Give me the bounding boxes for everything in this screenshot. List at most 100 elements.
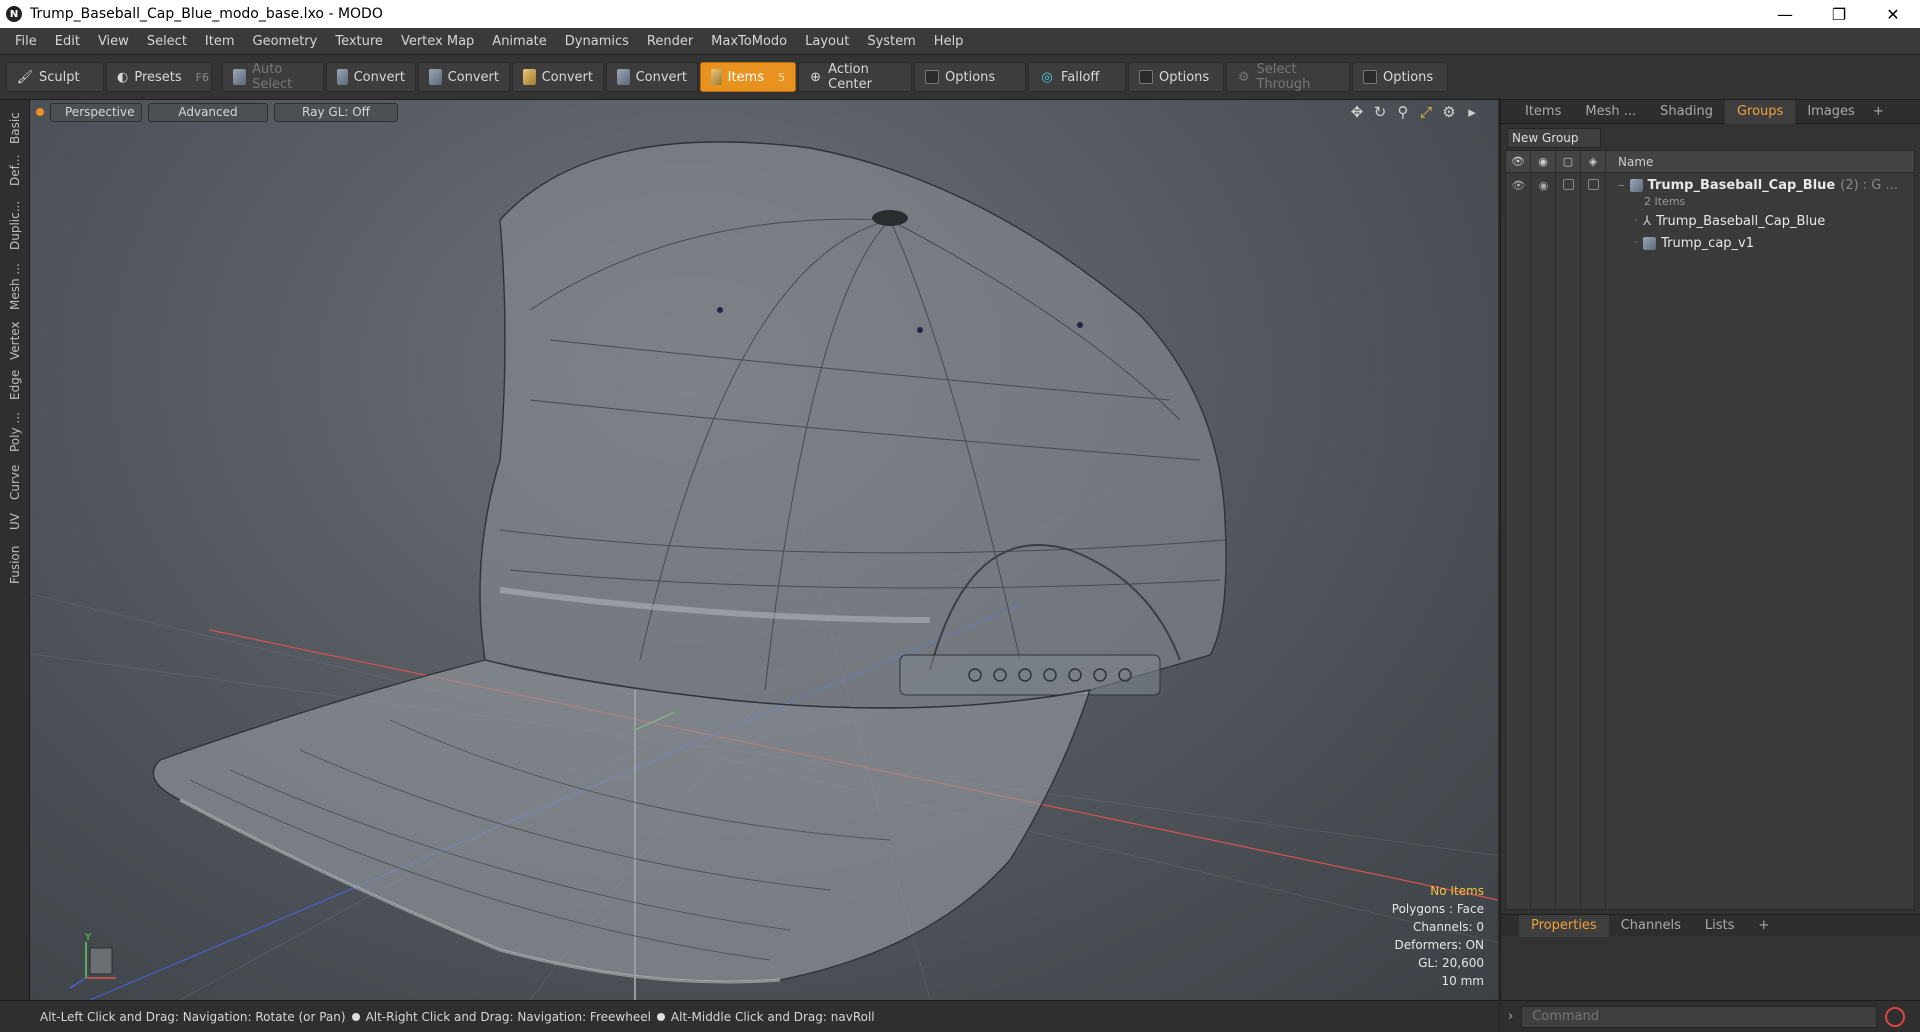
select-icon[interactable]: ◈ (1581, 150, 1606, 173)
select-checkbox[interactable] (1588, 178, 1599, 190)
tab-deform[interactable]: Def... (0, 146, 30, 186)
sculpt-label: Sculpt (39, 69, 80, 85)
add-tab-icon[interactable]: + (1867, 104, 1890, 119)
items-mode-button[interactable]: Items 5 (700, 62, 796, 92)
menu-edit[interactable]: Edit (46, 28, 89, 55)
menu-texture[interactable]: Texture (326, 28, 392, 55)
menu-geometry[interactable]: Geometry (244, 28, 327, 55)
cap-mesh[interactable] (152, 141, 1227, 984)
menu-animate[interactable]: Animate (483, 28, 555, 55)
convert-item-icon (617, 69, 630, 85)
convert-edge-button[interactable]: Convert (418, 62, 510, 92)
render-icon[interactable]: ◉ (1531, 150, 1556, 173)
close-button[interactable]: ✕ (1866, 0, 1920, 28)
group-item-count: 2 Items (1644, 194, 1686, 208)
new-group-button[interactable]: New Group (1507, 128, 1601, 148)
scene-canvas[interactable]: Y (30, 100, 1498, 1000)
items-shortcut: 5 (778, 70, 785, 84)
status-separator-dot (351, 1012, 360, 1021)
select-through-icon: ⚙ (1237, 69, 1250, 85)
raygl-toggle[interactable]: Ray GL: Off (274, 102, 398, 122)
select-through-options-button[interactable]: Options (1352, 62, 1448, 92)
tab-channels[interactable]: Channels (1609, 915, 1693, 937)
zoom-icon[interactable]: ⚲ (1395, 103, 1411, 121)
tab-curve[interactable]: Curve (0, 458, 30, 500)
view-mode-dropdown[interactable]: Perspective (50, 102, 142, 122)
tab-items[interactable]: Items (1501, 100, 1573, 124)
tab-duplicate[interactable]: Duplic... (0, 190, 30, 250)
status-hint-rotate: Alt-Left Click and Drag: Navigation: Rot… (40, 1009, 346, 1024)
convert-vertex-button[interactable]: Convert (326, 62, 416, 92)
visibility-eye-icon[interactable]: 👁 (1506, 150, 1531, 173)
pan-icon[interactable]: ✥ (1349, 103, 1365, 121)
minimize-button[interactable]: — (1758, 0, 1812, 28)
menu-file[interactable]: File (6, 28, 46, 55)
convert-item-button[interactable]: Convert (606, 62, 698, 92)
convert-polygon-button[interactable]: Convert (512, 62, 604, 92)
collapse-icon[interactable]: – (1618, 178, 1625, 193)
tab-groups[interactable]: Groups (1724, 99, 1796, 124)
auto-select-label: Auto Select (252, 62, 293, 92)
tab-properties[interactable]: Properties (1519, 914, 1609, 937)
tab-uv[interactable]: UV (0, 504, 30, 530)
lock-checkbox[interactable] (1563, 178, 1574, 190)
groups-tree: 👁 ◉ ▢ ◈ Name 👁 ◉ – Trump_Baseball_Cap_Bl… (1505, 150, 1915, 910)
maximize-button[interactable]: ❐ (1812, 0, 1866, 28)
group-row[interactable]: 👁 ◉ – Trump_Baseball_Cap_Blue (2) : G ..… (1506, 175, 1914, 195)
expand-arrow-icon[interactable]: ▸ (1464, 103, 1480, 121)
presets-shortcut: F6 (195, 70, 209, 84)
action-center-options-button[interactable]: Options (914, 62, 1026, 92)
3d-viewport[interactable]: Y Perspective Advanced Ray GL: Off ✥ ↻ ⚲… (30, 100, 1498, 1000)
tab-label: Edge (8, 369, 22, 400)
tab-images[interactable]: Images (1795, 100, 1867, 124)
fit-icon[interactable]: ⤢ (1418, 103, 1434, 121)
tab-basic[interactable]: Basic (0, 104, 30, 144)
menu-item[interactable]: Item (196, 28, 244, 55)
tab-polygon[interactable]: Poly ... (0, 404, 30, 452)
tab-fusion[interactable]: Fusion (0, 536, 30, 584)
group-child-row[interactable]: · ⅄ Trump_Baseball_Cap_Blue (1506, 211, 1914, 231)
menu-system[interactable]: System (858, 28, 924, 55)
select-through-button[interactable]: ⚙ Select Through (1226, 62, 1350, 92)
child-name: Trump_cap_v1 (1661, 235, 1755, 251)
name-column-header[interactable]: Name (1606, 155, 1653, 169)
main-toolbar: 🖌 Sculpt ◐ Presets F6 Auto Select Conver… (0, 55, 1920, 100)
falloff-options-button[interactable]: Options (1128, 62, 1224, 92)
menu-maxtomodo[interactable]: MaxToModo (702, 28, 796, 55)
tab-label: Curve (8, 464, 22, 500)
shading-mode-dropdown[interactable]: Advanced (148, 102, 268, 122)
select-through-label: Select Through (1256, 62, 1311, 92)
menu-view[interactable]: View (89, 28, 138, 55)
falloff-button[interactable]: ◎ Falloff (1028, 62, 1126, 92)
tab-vertex[interactable]: Vertex (0, 316, 30, 360)
command-input[interactable] (1521, 1005, 1878, 1028)
action-center-button[interactable]: ⊕ Action Center (798, 62, 912, 92)
menu-vertex-map[interactable]: Vertex Map (392, 28, 483, 55)
status-hint-roll: Alt-Middle Click and Drag: navRoll (670, 1009, 875, 1024)
polygons-status: Polygons : Face (1391, 902, 1484, 916)
auto-select-button[interactable]: Auto Select (222, 62, 324, 92)
menu-help[interactable]: Help (925, 28, 973, 55)
lock-icon[interactable]: ▢ (1556, 150, 1581, 173)
group-child-row[interactable]: · Trump_cap_v1 (1506, 233, 1914, 253)
settings-gear-icon[interactable]: ⚙ (1441, 103, 1457, 121)
menu-layout[interactable]: Layout (796, 28, 858, 55)
tree-header: 👁 ◉ ▢ ◈ Name (1506, 150, 1914, 173)
presets-button[interactable]: ◐ Presets F6 (106, 62, 212, 92)
tab-shading[interactable]: Shading (1648, 100, 1725, 124)
status-bar: Alt-Left Click and Drag: Navigation: Rot… (0, 1000, 1498, 1032)
sculpt-button[interactable]: 🖌 Sculpt (6, 62, 104, 92)
tab-mesh[interactable]: Mesh ... (1573, 100, 1648, 124)
tab-lists[interactable]: Lists (1693, 915, 1747, 937)
command-history-button[interactable] (1885, 1006, 1906, 1027)
menu-select[interactable]: Select (138, 28, 196, 55)
tab-mesh[interactable]: Mesh ... (0, 254, 30, 310)
render-icon[interactable]: ◉ (1531, 179, 1556, 192)
menu-dynamics[interactable]: Dynamics (556, 28, 638, 55)
rotate-icon[interactable]: ↻ (1372, 103, 1388, 121)
menu-bar: File Edit View Select Item Geometry Text… (0, 28, 1920, 55)
tab-edge[interactable]: Edge (0, 364, 30, 400)
menu-render[interactable]: Render (638, 28, 702, 55)
add-tab-icon[interactable]: + (1746, 915, 1781, 937)
visibility-eye-icon[interactable]: 👁 (1506, 179, 1531, 192)
